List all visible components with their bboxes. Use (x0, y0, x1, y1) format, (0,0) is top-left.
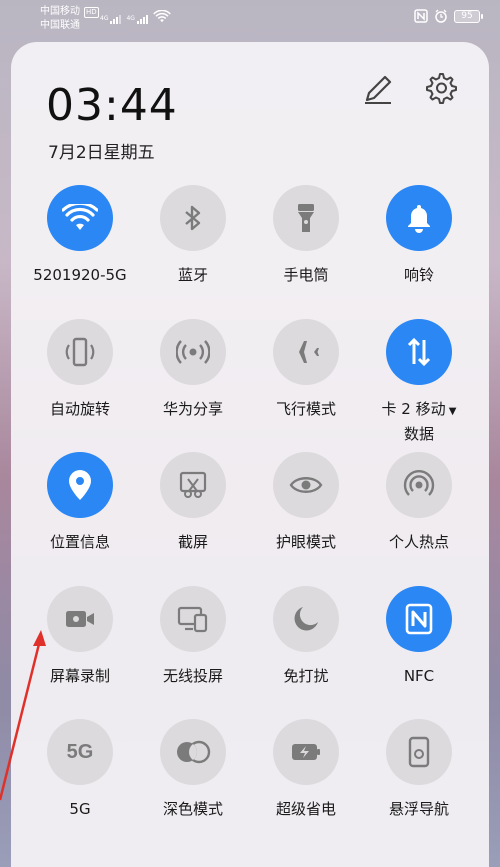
tile-label: 无线投屏 (162, 667, 223, 685)
tile-label: 手电筒 (283, 266, 329, 284)
moon-icon[interactable] (273, 586, 339, 652)
carrier-1-name: 中国移动 (40, 6, 80, 17)
battery-indicator: 95 (454, 9, 483, 23)
signal-indicators: 4G 4G (100, 10, 171, 24)
floating-nav-icon[interactable] (386, 719, 452, 785)
battery-saver-icon[interactable] (273, 719, 339, 785)
tile-label: 屏幕录制 (49, 667, 110, 685)
tile-nfc[interactable]: NFC (363, 586, 475, 687)
tile-label: 5G (69, 800, 91, 818)
dark-mode-icon[interactable] (160, 719, 226, 785)
tile-auto-rotate[interactable]: 自动旋转 (24, 319, 136, 420)
tile-floating-nav[interactable]: 悬浮导航 (363, 719, 475, 820)
tile-ring[interactable]: 响铃 (363, 185, 475, 286)
tile-label: 自动旋转 (49, 400, 110, 418)
tile-label-line1: 卡 2 移动 (381, 400, 446, 418)
tile-do-not-disturb[interactable]: 免打扰 (250, 586, 362, 687)
tile-battery-saver[interactable]: 超级省电 (250, 719, 362, 820)
tile-label: 超级省电 (275, 800, 336, 818)
tile-label: 卡 2 移动 ▼ 数据 (363, 398, 475, 445)
flashlight-icon[interactable] (273, 185, 339, 251)
tile-label: 护眼模式 (275, 533, 336, 551)
tile-label-line2: 数据 (403, 425, 434, 443)
tile-label: 个人热点 (388, 533, 449, 551)
tile-mobile-data[interactable]: 卡 2 移动 ▼ 数据 (363, 319, 475, 445)
carrier-info: 中国移动 HD 中国联通 (40, 5, 99, 33)
tile-bluetooth[interactable]: 蓝牙 (137, 185, 249, 286)
mobile-data-icon[interactable] (386, 319, 452, 385)
5g-icon[interactable]: 5G (47, 719, 113, 785)
tile-location[interactable]: 位置信息 (24, 452, 136, 553)
signal-1-icon: 4G (100, 15, 122, 24)
network-type-1: 4G (100, 15, 109, 22)
status-right-group: 95 (414, 9, 483, 23)
bell-icon[interactable] (386, 185, 452, 251)
5g-icon-text: 5G (66, 740, 94, 763)
tile-label: 飞行模式 (275, 400, 336, 418)
tile-wifi[interactable]: 5201920-5G (24, 185, 136, 286)
tile-label: 蓝牙 (177, 266, 208, 284)
wireless-projection-icon[interactable] (160, 586, 226, 652)
edit-icon[interactable] (361, 72, 395, 106)
tile-label: 位置信息 (49, 533, 110, 551)
huawei-share-icon[interactable] (160, 319, 226, 385)
tile-label: 深色模式 (162, 800, 223, 818)
eye-icon[interactable] (273, 452, 339, 518)
dropdown-arrow-icon[interactable]: ▼ (446, 406, 457, 417)
tile-label: 截屏 (177, 533, 208, 551)
nfc-icon[interactable] (386, 586, 452, 652)
tile-huawei-share[interactable]: 华为分享 (137, 319, 249, 420)
nfc-status-icon (414, 9, 428, 23)
tile-label: 悬浮导航 (388, 800, 449, 818)
tile-airplane[interactable]: 飞行模式 (250, 319, 362, 420)
bluetooth-icon[interactable] (160, 185, 226, 251)
carrier-2-name: 中国联通 (40, 20, 80, 31)
tile-wireless-projection[interactable]: 无线投屏 (137, 586, 249, 687)
control-center-panel: 03:44 7月2日星期五 5201920-5G 蓝牙 手电筒 响铃 自动旋转 … (11, 42, 489, 867)
tile-screen-record[interactable]: 屏幕录制 (24, 586, 136, 687)
tile-flashlight[interactable]: 手电筒 (250, 185, 362, 286)
wifi-status-icon (153, 10, 171, 23)
auto-rotate-icon[interactable] (47, 319, 113, 385)
airplane-icon[interactable] (273, 319, 339, 385)
signal-2-icon: 4G (126, 15, 148, 24)
screenshot-icon[interactable] (160, 452, 226, 518)
hotspot-icon[interactable] (386, 452, 452, 518)
clock-time: 03:44 (46, 80, 178, 131)
tile-hotspot[interactable]: 个人热点 (363, 452, 475, 553)
tile-label: 华为分享 (162, 400, 223, 418)
alarm-icon (435, 9, 447, 23)
tile-dark-mode[interactable]: 深色模式 (137, 719, 249, 820)
wifi-icon[interactable] (47, 185, 113, 251)
tile-screenshot[interactable]: 截屏 (137, 452, 249, 553)
tile-eye-comfort[interactable]: 护眼模式 (250, 452, 362, 553)
tile-label: NFC (403, 667, 435, 685)
status-bar: 中国移动 HD 中国联通 4G 4G 95 (0, 0, 500, 40)
location-icon[interactable] (47, 452, 113, 518)
screen-record-icon[interactable] (47, 586, 113, 652)
network-type-2: 4G (126, 15, 135, 22)
clock-date: 7月2日星期五 (48, 143, 155, 163)
tile-label: 5201920-5G (33, 266, 127, 284)
tile-label: 免打扰 (283, 667, 329, 685)
tile-label: 响铃 (403, 266, 434, 284)
settings-gear-icon[interactable] (422, 70, 458, 106)
tile-5g[interactable]: 5G 5G (24, 719, 136, 820)
hd-badge: HD (84, 6, 99, 18)
